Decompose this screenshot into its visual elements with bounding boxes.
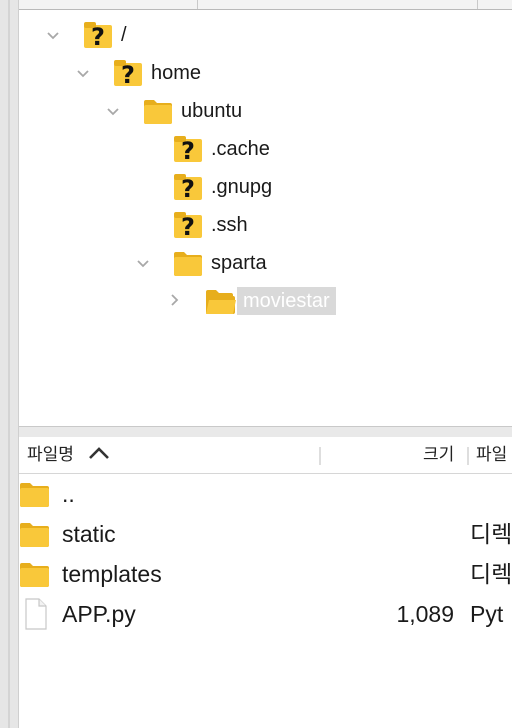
tree-node-label: /: [121, 24, 127, 46]
column-header-size[interactable]: 크기: [423, 437, 454, 473]
tree-node-cache[interactable]: ? .cache: [173, 134, 276, 164]
top-strip-separator: [477, 0, 478, 9]
file-icon: [19, 598, 51, 630]
column-header-label: 파일: [476, 445, 508, 464]
file-name: ..: [62, 481, 75, 507]
remote-directory-tree[interactable]: ? / ? home ubuntu ? .cache ? .gnupg ? .s…: [19, 10, 512, 426]
tree-node-label: .ssh: [211, 214, 248, 236]
unknown-folder-icon: ?: [83, 21, 117, 49]
tree-node-ssh[interactable]: ? .ssh: [173, 210, 254, 240]
chevron-down-icon[interactable]: [136, 257, 150, 271]
tree-node-label: home: [151, 62, 202, 84]
tree-node-sparta[interactable]: sparta: [173, 248, 273, 278]
unknown-folder-icon: ?: [173, 135, 207, 163]
file-name: static: [62, 521, 116, 547]
file-type: 디렉: [470, 521, 512, 547]
chevron-right-icon[interactable]: [168, 293, 182, 307]
file-name: templates: [62, 561, 162, 587]
folder-icon: [19, 520, 51, 548]
ftp-client-window: ? / ? home ubuntu ? .cache ? .gnupg ? .s…: [0, 0, 512, 728]
tree-node-label: ubuntu: [181, 100, 243, 122]
column-resize-handle[interactable]: [467, 447, 469, 465]
column-header-filename[interactable]: 파일명: [27, 437, 111, 473]
tree-node-gnupg[interactable]: ? .gnupg: [173, 172, 278, 202]
open-folder-icon: [205, 287, 239, 315]
folder-icon: [173, 249, 207, 277]
tree-node-home[interactable]: ? home: [113, 58, 207, 88]
file-size: 1,089: [396, 601, 454, 627]
file-row-static[interactable]: static 디렉: [19, 514, 512, 554]
svg-text:?: ?: [181, 175, 195, 201]
file-type: Pyt: [470, 601, 504, 627]
sort-ascending-icon: [87, 438, 111, 474]
column-header-label: 파일명: [27, 445, 74, 464]
file-list-header: 파일명 크기 파일: [19, 437, 512, 474]
column-header-type[interactable]: 파일: [476, 437, 507, 473]
chevron-down-icon[interactable]: [76, 67, 90, 81]
tree-node-label: .cache: [211, 138, 270, 160]
tree-node-label: sparta: [211, 252, 267, 274]
tree-node-moviestar[interactable]: moviestar: [205, 286, 336, 316]
file-row-parent[interactable]: ..: [19, 474, 512, 514]
tree-node-ubuntu[interactable]: ubuntu: [143, 96, 248, 126]
folder-icon: [143, 97, 177, 125]
file-type: 디렉: [470, 561, 512, 587]
left-gutter: [0, 0, 19, 728]
chevron-down-icon[interactable]: [106, 105, 120, 119]
svg-text:?: ?: [181, 213, 195, 239]
tree-node-root[interactable]: ? /: [83, 20, 133, 50]
file-row-templates[interactable]: templates 디렉: [19, 554, 512, 594]
file-name: APP.py: [62, 601, 136, 627]
file-row-app-py[interactable]: APP.py 1,089 Pyt: [19, 594, 512, 634]
tree-node-label-selected: moviestar: [237, 287, 336, 315]
chevron-down-icon[interactable]: [46, 29, 60, 43]
folder-icon: [19, 480, 51, 508]
top-panel-edge: [19, 0, 512, 10]
folder-icon: [19, 560, 51, 588]
column-header-label: 크기: [423, 445, 455, 464]
column-resize-handle[interactable]: [319, 447, 321, 465]
tree-node-label: .gnupg: [211, 176, 273, 198]
gutter-divider[interactable]: [8, 0, 10, 728]
unknown-folder-icon: ?: [113, 59, 147, 87]
remote-file-list[interactable]: 파일명 크기 파일 .. static 디렉 templates 디렉 APP.…: [19, 437, 512, 728]
unknown-folder-icon: ?: [173, 173, 207, 201]
svg-text:?: ?: [181, 137, 195, 163]
svg-text:?: ?: [121, 61, 135, 87]
svg-text:?: ?: [91, 23, 105, 49]
unknown-folder-icon: ?: [173, 211, 207, 239]
top-strip-separator: [197, 0, 198, 9]
